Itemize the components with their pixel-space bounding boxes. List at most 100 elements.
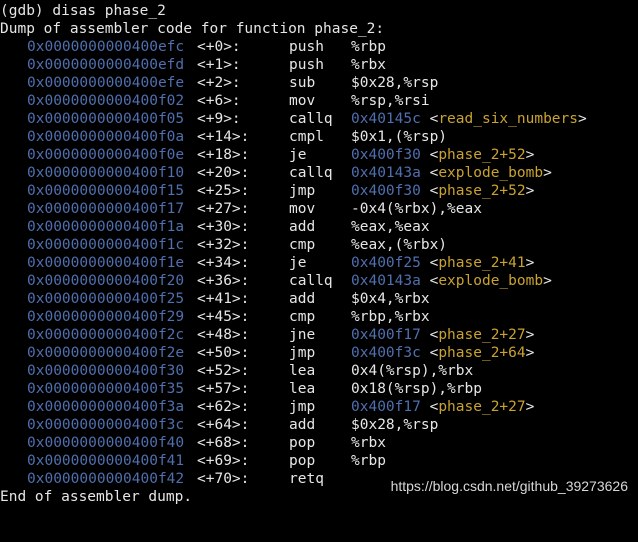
instruction-mnemonic: push — [289, 57, 324, 73]
instruction-mnemonic: retq — [289, 471, 324, 487]
instruction-operands: 0x4(%rsp),%rbx — [351, 362, 473, 380]
instruction-mnemonic: callq — [289, 273, 333, 289]
dump-footer: End of assembler dump. — [0, 489, 193, 505]
instruction-operands: 0x18(%rsp),%rbp — [351, 380, 482, 398]
symbol-name: explode_bomb — [438, 273, 544, 289]
instruction-operands: 0x400f30 <phase_2+52> — [351, 147, 535, 163]
symbol-name: phase_2+52 — [438, 183, 526, 199]
instruction-offset: <+52>: — [197, 363, 250, 379]
operand-text: %rbx — [351, 57, 386, 73]
instruction-address: 0x0000000000400f10 — [27, 165, 185, 181]
instruction-operands: $0x4,%rbx — [351, 290, 430, 308]
instruction-mnemonic: mov — [289, 93, 316, 109]
dump-header: Dump of assembler code for function phas… — [0, 21, 385, 37]
instruction-offset: <+68>: — [197, 435, 250, 451]
gdb-command-line: (gdb) disas phase_2 — [0, 2, 166, 20]
jump-target-address: 0x40143a — [351, 273, 421, 289]
instruction-address: 0x0000000000400f30 — [27, 363, 185, 379]
instruction-mnemonic: add — [289, 417, 316, 433]
instruction-address: 0x0000000000400efd — [27, 57, 185, 73]
instruction-offset: <+25>: — [197, 183, 250, 199]
instruction-operands: 0x400f17 <phase_2+27> — [351, 399, 535, 415]
instruction-offset: <+36>: — [197, 273, 250, 289]
symbol-name: read_six_numbers — [438, 111, 578, 127]
instruction-offset: <+32>: — [197, 237, 250, 253]
jump-target-address: 0x400f30 — [351, 183, 421, 199]
instruction-offset: <+1>: — [197, 57, 241, 73]
instruction-operands: $0x1,(%rsp) — [351, 128, 447, 146]
operand-text: 0x18(%rsp),%rbp — [351, 381, 482, 397]
instruction-offset: <+6>: — [197, 93, 241, 109]
instruction-operands: %rbp,%rbx — [351, 308, 430, 326]
operand-text: %rsp,%rsi — [351, 93, 430, 109]
instruction-mnemonic: jmp — [289, 183, 316, 199]
instruction-mnemonic: cmpl — [289, 129, 324, 145]
dump-header-line: Dump of assembler code for function phas… — [0, 20, 384, 38]
operand-text: $0x28,%rsp — [351, 75, 439, 91]
instruction-offset: <+50>: — [197, 345, 250, 361]
instruction-offset: <+30>: — [197, 219, 250, 235]
operand-text: %rbp,%rbx — [351, 309, 430, 325]
instruction-mnemonic: cmp — [289, 309, 316, 325]
instruction-address: 0x0000000000400f3a — [27, 399, 185, 415]
operand-text: %eax,(%rbx) — [351, 237, 448, 253]
operand-text: 0x4(%rsp),%rbx — [351, 363, 474, 379]
instruction-address: 0x0000000000400f2e — [27, 345, 185, 361]
instruction-operands: $0x28,%rsp — [351, 416, 438, 434]
instruction-address: 0x0000000000400f02 — [27, 93, 185, 109]
instruction-offset: <+18>: — [197, 147, 250, 163]
terminal-window[interactable]: (gdb) disas phase_2 Dump of assembler co… — [0, 0, 638, 507]
instruction-address: 0x0000000000400f15 — [27, 183, 185, 199]
instruction-address: 0x0000000000400f1a — [27, 219, 185, 235]
instruction-address: 0x0000000000400f41 — [27, 453, 185, 469]
instruction-operands: 0x400f17 <phase_2+27> — [351, 327, 535, 343]
instruction-offset: <+69>: — [197, 453, 250, 469]
instruction-mnemonic: je — [289, 255, 307, 271]
instruction-mnemonic: add — [289, 291, 316, 307]
instruction-mnemonic: push — [289, 39, 324, 55]
instruction-operands: %rbp — [351, 452, 386, 470]
instruction-operands: 0x40145c <read_six_numbers> — [351, 111, 587, 127]
instruction-mnemonic: callq — [289, 111, 333, 127]
instruction-mnemonic: lea — [289, 381, 316, 397]
instruction-mnemonic: add — [289, 219, 316, 235]
instruction-offset: <+45>: — [197, 309, 250, 325]
operand-text: -0x4(%rbx),%eax — [351, 201, 482, 217]
instruction-offset: <+62>: — [197, 399, 250, 415]
instruction-mnemonic: pop — [289, 435, 316, 451]
operand-text: $0x4,%rbx — [351, 291, 430, 307]
instruction-operands: 0x400f3c <phase_2+64> — [351, 345, 535, 361]
instruction-address: 0x0000000000400efc — [27, 39, 185, 55]
instruction-operands: -0x4(%rbx),%eax — [351, 200, 482, 218]
instruction-address: 0x0000000000400f35 — [27, 381, 185, 397]
gdb-command: (gdb) disas phase_2 — [0, 3, 166, 19]
instruction-mnemonic: jmp — [289, 345, 316, 361]
operand-text: %rbp — [351, 39, 386, 55]
instruction-offset: <+34>: — [197, 255, 250, 271]
symbol-name: phase_2+27 — [438, 327, 526, 343]
instruction-address: 0x0000000000400f0e — [27, 147, 185, 163]
operand-text: %rbx — [351, 435, 386, 451]
instruction-address: 0x0000000000400f20 — [27, 273, 185, 289]
instruction-offset: <+57>: — [197, 381, 250, 397]
instruction-address: 0x0000000000400f05 — [27, 111, 185, 127]
instruction-address: 0x0000000000400f0a — [27, 129, 185, 145]
instruction-address: 0x0000000000400f25 — [27, 291, 185, 307]
instruction-mnemonic: jne — [289, 327, 316, 343]
instruction-offset: <+70>: — [197, 471, 250, 487]
instruction-operands: $0x28,%rsp — [351, 74, 438, 92]
symbol-name: phase_2+27 — [438, 399, 526, 415]
jump-target-address: 0x400f25 — [351, 255, 421, 271]
operand-text: $0x28,%rsp — [351, 417, 439, 433]
instruction-offset: <+20>: — [197, 165, 250, 181]
instruction-address: 0x0000000000400f40 — [27, 435, 185, 451]
instruction-operands: 0x400f25 <phase_2+41> — [351, 255, 535, 271]
instruction-mnemonic: mov — [289, 201, 316, 217]
instruction-offset: <+14>: — [197, 129, 250, 145]
instruction-address: 0x0000000000400f1c — [27, 237, 185, 253]
watermark-text: https://blog.csdn.net/github_39273626 — [390, 478, 628, 494]
instruction-address: 0x0000000000400f29 — [27, 309, 185, 325]
instruction-mnemonic: callq — [289, 165, 333, 181]
jump-target-address: 0x400f30 — [351, 147, 421, 163]
instruction-address: 0x0000000000400f17 — [27, 201, 185, 217]
